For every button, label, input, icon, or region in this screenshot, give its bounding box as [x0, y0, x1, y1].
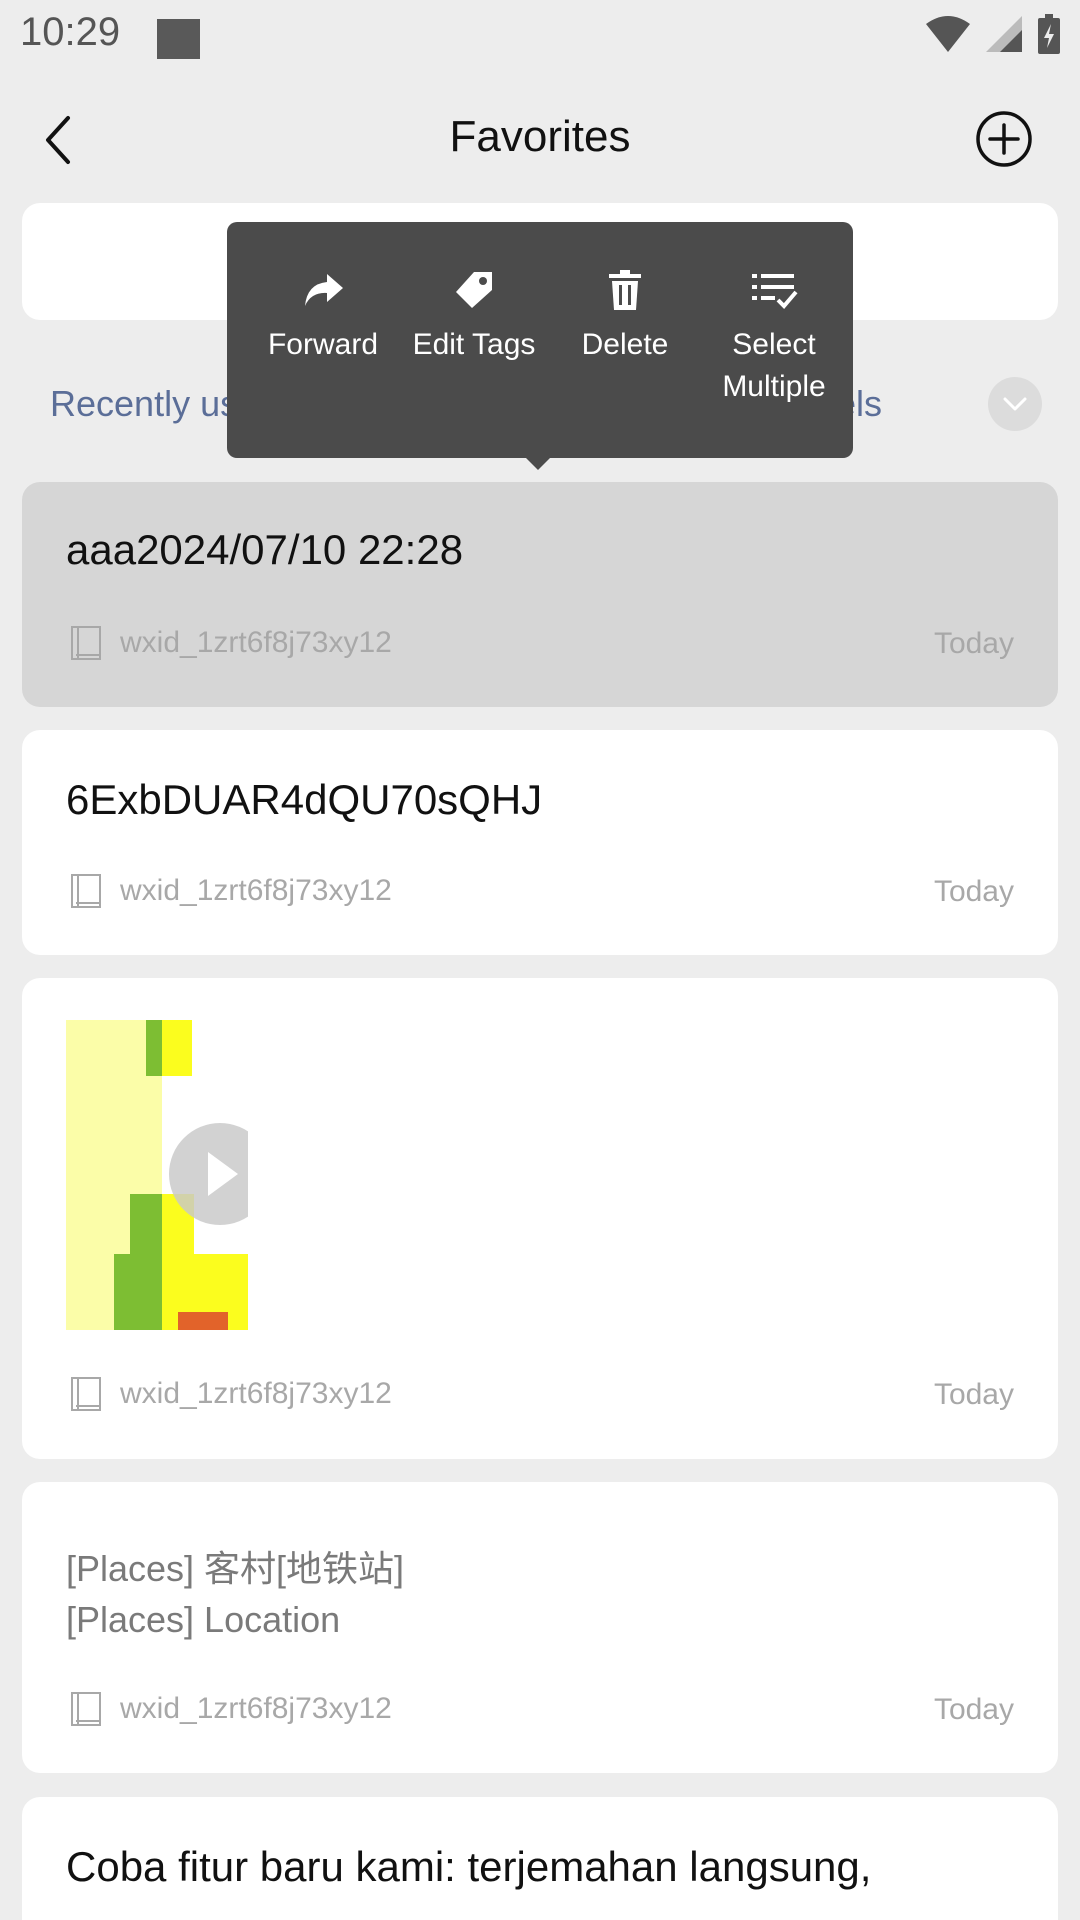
item-date: Today [933, 1693, 1014, 1726]
context-menu: Forward Edit Tags Delete Select Multiple [227, 222, 853, 458]
battery-icon [1038, 14, 1060, 54]
select-multiple-button[interactable]: Select Multiple [696, 270, 852, 408]
delete-button[interactable]: Delete [547, 270, 703, 366]
page-title: Favorites [449, 112, 631, 161]
item-date: Today [933, 1378, 1014, 1411]
select-multiple-label-1: Select [732, 328, 816, 361]
item-text: Coba fitur baru kami: terjemahan langsun… [66, 1843, 872, 1890]
context-menu-arrow [524, 456, 552, 470]
source-icon [71, 874, 101, 908]
status-icons [926, 14, 1060, 54]
delete-label: Delete [581, 328, 669, 361]
edit-tags-button[interactable]: Edit Tags [396, 270, 552, 366]
forward-button[interactable]: Forward [245, 270, 401, 366]
expand-filter-button[interactable] [988, 377, 1042, 431]
item-source: wxid_1zrt6f8j73xy12 [120, 1377, 392, 1410]
favorite-item[interactable]: 6ExbDUAR4dQU70sQHJ wxid_1zrt6f8j73xy12 T… [22, 730, 1058, 955]
item-date: Today [933, 627, 1014, 660]
status-time: 10:29 [20, 10, 121, 54]
item-text-line1: [Places] 客村[地铁站] [66, 1548, 405, 1589]
item-date: Today [933, 875, 1014, 908]
source-icon [71, 1692, 101, 1726]
forward-label: Forward [267, 328, 379, 361]
source-icon [71, 626, 101, 660]
favorite-item-video[interactable]: wxid_1zrt6f8j73xy12 Today [22, 978, 1058, 1459]
forward-icon [305, 274, 343, 306]
item-source: wxid_1zrt6f8j73xy12 [120, 874, 392, 907]
edit-tags-label: Edit Tags [412, 328, 536, 361]
source-icon [71, 1377, 101, 1411]
filter-recently-used[interactable]: Recently us [50, 383, 238, 425]
signal-icon [986, 16, 1022, 52]
wifi-icon [926, 16, 970, 52]
item-text: 6ExbDUAR4dQU70sQHJ [66, 776, 543, 823]
select-multiple-label-2: Multiple [722, 370, 826, 403]
chevron-down-icon [1003, 397, 1027, 411]
item-text: aaa2024/07/10 22:28 [66, 526, 464, 573]
tag-icon [456, 272, 492, 308]
video-thumbnail[interactable] [66, 1020, 248, 1330]
item-text-line2: [Places] Location [66, 1599, 341, 1640]
item-source: wxid_1zrt6f8j73xy12 [120, 626, 392, 659]
item-source: wxid_1zrt6f8j73xy12 [120, 1692, 392, 1725]
favorite-item[interactable]: aaa2024/07/10 22:28 wxid_1zrt6f8j73xy12 … [22, 482, 1058, 707]
trash-icon [609, 270, 641, 310]
notification-icon [157, 19, 200, 59]
checklist-icon [752, 274, 798, 309]
favorite-item[interactable]: Coba fitur baru kami: terjemahan langsun… [22, 1797, 1058, 1920]
add-icon[interactable] [975, 110, 1033, 168]
favorite-item-places[interactable]: [Places] 客村[地铁站] [Places] Location wxid_… [22, 1482, 1058, 1773]
